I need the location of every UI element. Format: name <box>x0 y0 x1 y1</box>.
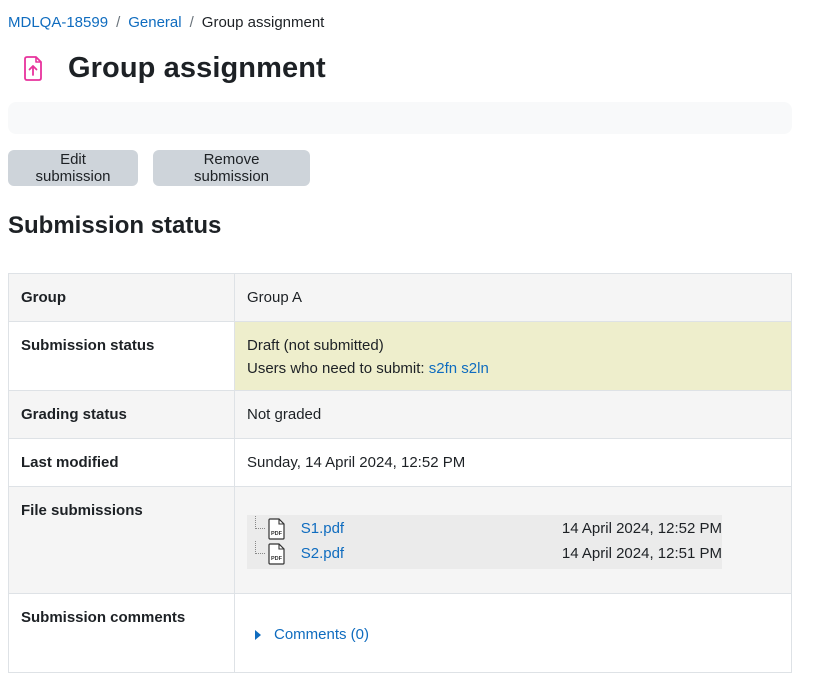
comments-toggle[interactable]: Comments (0) <box>247 626 779 643</box>
table-row-last-modified: Last modified Sunday, 14 April 2024, 12:… <box>8 438 792 487</box>
row-label: Submission status <box>8 321 235 391</box>
svg-text:PDF: PDF <box>271 556 283 562</box>
group-value: Group A <box>234 273 792 322</box>
assignment-upload-icon <box>8 44 58 92</box>
file-item: PDF S2.pdf 14 April 2024, 12:51 PM <box>247 541 722 566</box>
last-modified-value: Sunday, 14 April 2024, 12:52 PM <box>234 438 792 487</box>
breadcrumb-separator: / <box>116 13 121 31</box>
page-title: Group assignment <box>68 51 326 84</box>
table-row-submission-comments: Submission comments Comments (0) <box>8 593 792 673</box>
submission-status-table: Group Group A Submission status Draft (n… <box>8 273 792 673</box>
file-date: 14 April 2024, 12:52 PM <box>561 520 722 537</box>
users-to-submit-label: Users who need to submit: <box>247 360 429 377</box>
file-tree: PDF S1.pdf 14 April 2024, 12:52 PM PDF S… <box>247 515 722 569</box>
remove-submission-button[interactable]: Remove submission <box>153 150 310 186</box>
submission-status-value: Draft (not submitted) <box>247 337 384 354</box>
row-label: Submission comments <box>8 593 235 673</box>
breadcrumb-course-link[interactable]: MDLQA-18599 <box>8 14 108 31</box>
breadcrumb-current: Group assignment <box>201 13 325 31</box>
row-label: Grading status <box>8 390 235 439</box>
section-title: Submission status <box>8 212 222 239</box>
file-item: PDF S1.pdf 14 April 2024, 12:52 PM <box>247 516 722 541</box>
grading-status-value: Not graded <box>234 390 792 439</box>
comments-link[interactable]: Comments (0) <box>274 626 369 643</box>
file-date: 14 April 2024, 12:51 PM <box>561 545 722 562</box>
submission-comments-cell: Comments (0) <box>234 593 792 673</box>
tree-connector <box>247 541 267 566</box>
page-header: Group assignment <box>8 44 326 92</box>
user-link[interactable]: s2fn s2ln <box>429 360 489 377</box>
row-label: Last modified <box>8 438 235 487</box>
table-row-grading-status: Grading status Not graded <box>8 390 792 439</box>
breadcrumb-separator: / <box>189 13 194 31</box>
caret-right-icon <box>255 629 261 640</box>
submission-status-cell: Draft (not submitted) Users who need to … <box>234 321 792 391</box>
table-row-group: Group Group A <box>8 273 792 322</box>
table-row-file-submissions: File submissions PDF S1.pdf 14 April 202… <box>8 486 792 594</box>
file-link[interactable]: S2.pdf <box>301 545 562 562</box>
breadcrumb: MDLQA-18599 / General / Group assignment <box>8 12 324 32</box>
file-link[interactable]: S1.pdf <box>301 520 562 537</box>
table-row-submission-status: Submission status Draft (not submitted) … <box>8 321 792 391</box>
row-label: Group <box>8 273 235 322</box>
pdf-file-icon: PDF <box>267 517 287 540</box>
row-label: File submissions <box>8 486 235 594</box>
pdf-file-icon: PDF <box>267 542 287 565</box>
activity-info-bar <box>8 102 792 134</box>
edit-submission-button[interactable]: Edit submission <box>8 150 138 186</box>
users-to-submit: Users who need to submit: s2fn s2ln <box>247 357 779 380</box>
file-submissions-cell: PDF S1.pdf 14 April 2024, 12:52 PM PDF S… <box>234 486 792 594</box>
breadcrumb-section-link[interactable]: General <box>128 14 181 31</box>
svg-text:PDF: PDF <box>271 531 283 537</box>
tree-connector <box>247 516 267 541</box>
